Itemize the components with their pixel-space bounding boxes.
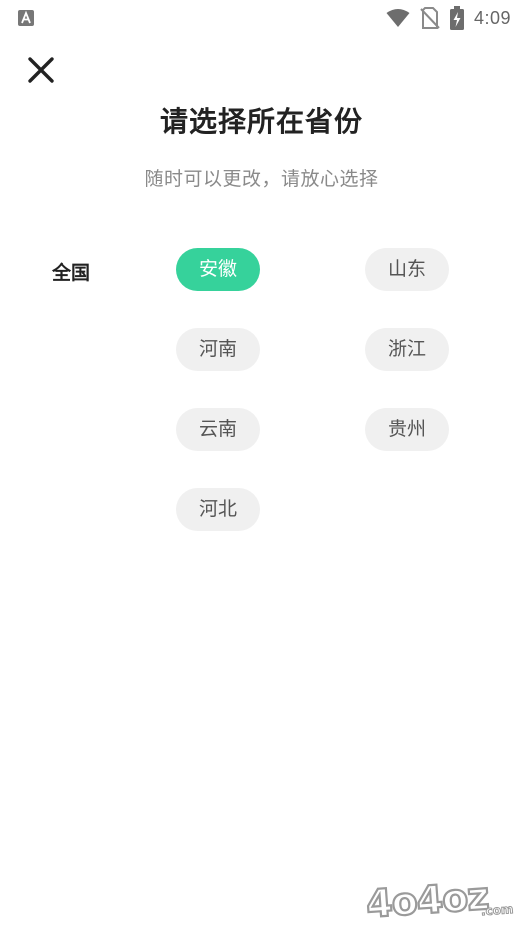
- app-notification-icon: [18, 10, 34, 26]
- svg-text:.com: .com: [481, 902, 514, 918]
- battery-charging-icon: [449, 6, 464, 30]
- close-button[interactable]: [27, 56, 55, 84]
- province-chip-yunnan[interactable]: 云南: [176, 408, 260, 451]
- region-label-nationwide: 全国: [52, 262, 91, 284]
- province-chip-guizhou[interactable]: 贵州: [365, 408, 449, 451]
- svg-text:4o4oz: 4o4oz: [365, 874, 490, 924]
- province-chip-shandong[interactable]: 山东: [365, 248, 449, 291]
- status-icons: 4:09: [386, 6, 511, 30]
- page-title: 请选择所在省份: [159, 105, 363, 138]
- no-sim-icon: [420, 7, 440, 29]
- wifi-icon: [386, 9, 410, 27]
- province-chip-henan[interactable]: 河南: [176, 328, 260, 371]
- province-chip-zhejiang[interactable]: 浙江: [365, 328, 449, 371]
- status-time: 4:09: [473, 7, 511, 28]
- province-chip-hebei[interactable]: 河北: [176, 488, 260, 531]
- page-subtitle: 随时可以更改，请放心选择: [144, 168, 379, 190]
- province-chip-anhui[interactable]: 安徽: [176, 248, 260, 291]
- status-bar: 4:09: [0, 0, 523, 36]
- watermark-logo: 4o4oz .com: [362, 872, 522, 928]
- close-icon: [28, 57, 54, 83]
